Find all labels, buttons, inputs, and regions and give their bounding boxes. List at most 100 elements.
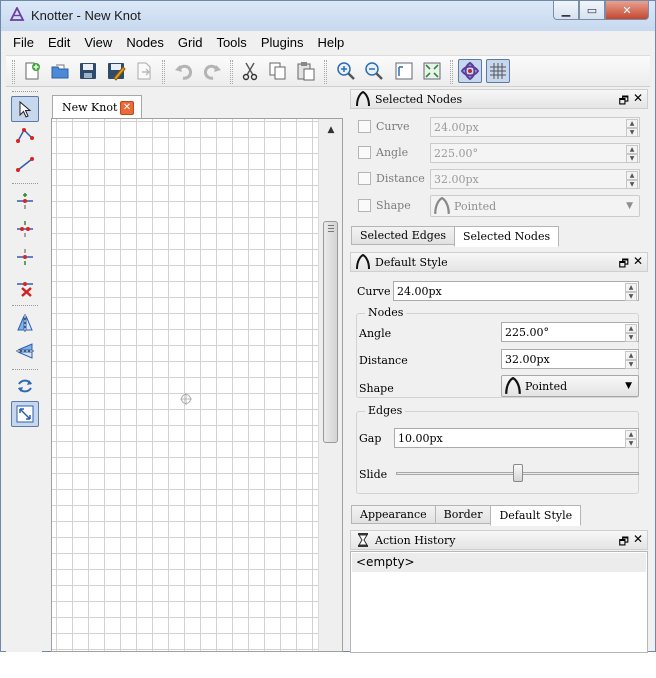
default-shape-combobox[interactable]: Pointed ▼ [501, 375, 639, 397]
break-edge-tool-icon [17, 249, 33, 265]
spin-arrows-icon[interactable]: ▲ ▼ [626, 119, 638, 137]
title-bar[interactable]: Knotter - New Knot ▁ ▭ ✕ [1, 1, 655, 31]
save-as-button[interactable] [104, 59, 128, 83]
save-button[interactable] [76, 59, 100, 83]
knot-view-button[interactable] [458, 59, 482, 83]
menu-tools[interactable]: Tools [209, 35, 253, 50]
redo-button[interactable] [200, 59, 224, 83]
minimize-button[interactable]: ▁ [553, 1, 579, 20]
gap-spinbox[interactable]: 10.00px ▲ ▼ [394, 428, 639, 448]
export-button[interactable] [132, 59, 156, 83]
flip-horizontal-tool-button[interactable] [11, 310, 39, 336]
spin-arrows-icon[interactable]: ▲ ▼ [625, 324, 637, 342]
float-dock-button[interactable]: 🗗 [619, 533, 629, 552]
close-dock-button[interactable]: ✕ [633, 532, 643, 546]
spin-arrows-icon[interactable]: ▲ ▼ [625, 351, 637, 369]
slide-slider-handle[interactable] [512, 464, 523, 482]
nodes-group: Nodes Angle 225.00° ▲ ▼ Distance 32.00px … [356, 306, 639, 398]
new-button[interactable] [20, 59, 44, 83]
paste-button[interactable] [294, 59, 318, 83]
spin-arrows-icon[interactable]: ▲ ▼ [626, 171, 638, 189]
zoom-reset-button[interactable] [420, 59, 444, 83]
default-style-title-bar[interactable]: Default Style 🗗 ✕ [350, 252, 648, 272]
document-tab[interactable]: New Knot ✕ [52, 95, 142, 119]
spin-arrows-icon[interactable]: ▲ ▼ [625, 283, 637, 301]
rotate-tool-button[interactable] [11, 373, 39, 399]
tool-palette-grip[interactable] [12, 91, 38, 92]
tab-selected-edges[interactable]: Selected Edges [351, 226, 455, 245]
angle-checkbox[interactable] [358, 146, 371, 159]
insert-node-tool-button[interactable] [11, 188, 39, 214]
select-tool-button[interactable] [11, 96, 39, 122]
vertical-scrollbar[interactable]: ▲ [318, 119, 342, 651]
zoom-out-button[interactable] [362, 59, 386, 83]
zoom-fit-button[interactable] [392, 59, 416, 83]
edge-chain-tool-button[interactable] [11, 151, 39, 177]
float-dock-button[interactable]: 🗗 [619, 255, 629, 274]
menu-help[interactable]: Help [310, 35, 351, 50]
selected-nodes-title-bar[interactable]: Selected Nodes 🗗 ✕ [350, 89, 648, 109]
copy-button[interactable] [266, 59, 290, 83]
menu-nodes[interactable]: Nodes [119, 35, 171, 50]
pointed-shape-icon [356, 91, 370, 107]
edges-group-title: Edges [365, 404, 406, 417]
remove-edge-tool-button[interactable] [11, 274, 39, 300]
menu-file[interactable]: File [6, 35, 41, 50]
tool-separator [12, 305, 38, 306]
tool-palette [6, 89, 42, 652]
close-dock-button[interactable]: ✕ [633, 91, 643, 105]
list-item[interactable]: <empty> [352, 553, 646, 572]
grid-view-icon [490, 63, 506, 79]
curve-checkbox[interactable] [358, 120, 371, 133]
flip-vertical-tool-button[interactable] [11, 338, 39, 364]
knot-canvas[interactable]: ▲ [51, 118, 343, 652]
tab-appearance[interactable]: Appearance [351, 505, 436, 524]
angle-spinbox[interactable]: 225.00° ▲ ▼ [430, 143, 640, 163]
menu-edit[interactable]: Edit [41, 35, 77, 50]
canvas-grid [52, 119, 318, 651]
undo-button[interactable] [172, 59, 196, 83]
cut-icon [242, 62, 258, 81]
toolbar-grip[interactable] [12, 60, 15, 84]
edge-loop-tool-button[interactable] [11, 123, 39, 149]
action-history-list[interactable]: <empty> [350, 551, 648, 653]
tab-close-button[interactable]: ✕ [120, 101, 134, 115]
menu-grid[interactable]: Grid [171, 35, 210, 50]
menu-plugins[interactable]: Plugins [254, 35, 311, 50]
scrollbar-thumb[interactable] [323, 221, 338, 443]
menu-view[interactable]: View [77, 35, 119, 50]
select-tool-icon [19, 100, 32, 118]
tab-default-style[interactable]: Default Style [490, 505, 582, 526]
shape-combobox[interactable]: Pointed ▼ [430, 195, 640, 217]
default-style-dock: Default Style 🗗 ✕ Curve 24.00px ▲ ▼ Nodes… [350, 252, 648, 502]
curve-spinbox[interactable]: 24.00px ▲ ▼ [430, 117, 640, 137]
distance-checkbox[interactable] [358, 172, 371, 185]
shape-checkbox[interactable] [358, 199, 371, 212]
default-curve-spinbox[interactable]: 24.00px ▲ ▼ [393, 281, 639, 301]
angle-label: Angle [376, 146, 409, 159]
distance-spinbox[interactable]: 32.00px ▲ ▼ [430, 169, 640, 189]
tab-border[interactable]: Border [434, 505, 492, 524]
scroll-up-arrow-icon[interactable]: ▲ [325, 125, 337, 135]
tab-selected-nodes[interactable]: Selected Nodes [453, 226, 560, 247]
open-button[interactable] [48, 59, 72, 83]
action-history-title-bar[interactable]: Action History 🗗 ✕ [350, 530, 648, 550]
float-dock-button[interactable]: 🗗 [619, 92, 629, 111]
merge-node-tool-button[interactable] [11, 216, 39, 242]
toolbar-separator [324, 60, 327, 84]
default-distance-spinbox[interactable]: 32.00px ▲ ▼ [501, 349, 639, 369]
default-distance-label: Distance [359, 354, 408, 367]
cut-button[interactable] [238, 59, 262, 83]
zoom-in-button[interactable] [334, 59, 358, 83]
break-edge-tool-button[interactable] [11, 244, 39, 270]
curve-row: Curve [358, 120, 409, 133]
close-window-button[interactable]: ✕ [605, 1, 649, 20]
new-file-icon [25, 62, 40, 80]
default-angle-spinbox[interactable]: 225.00° ▲ ▼ [501, 322, 639, 342]
grid-view-button[interactable] [486, 59, 510, 83]
spin-arrows-icon[interactable]: ▲ ▼ [625, 430, 637, 448]
maximize-button[interactable]: ▭ [579, 1, 605, 20]
close-dock-button[interactable]: ✕ [633, 254, 643, 268]
spin-arrows-icon[interactable]: ▲ ▼ [626, 145, 638, 163]
scale-tool-button[interactable] [11, 401, 39, 427]
